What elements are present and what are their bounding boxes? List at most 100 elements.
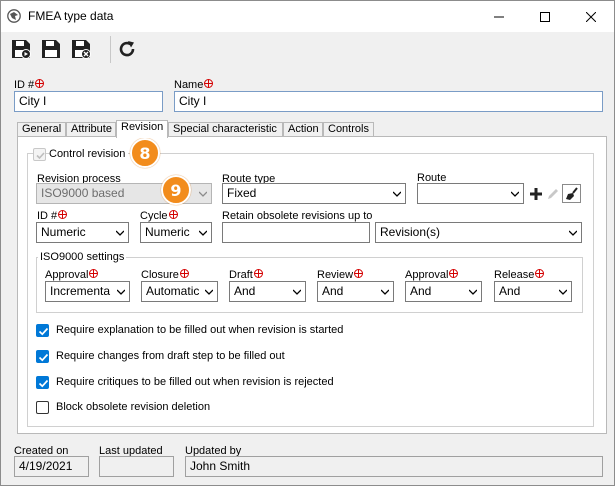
save-icon [42,40,60,58]
require-explanation-checkbox[interactable] [36,324,49,337]
revision-id-label: ID # [37,210,68,222]
id-field[interactable]: City I [14,91,163,112]
iso-review-value: And [322,284,344,298]
chevron-down-icon [117,289,125,295]
app-icon [7,9,21,23]
iso-release-label-text: Release [494,269,535,281]
edit-route-button[interactable] [544,185,562,203]
retain-unit-select[interactable]: Revision(s) [375,222,582,243]
minimize-icon [494,16,504,17]
cycle-value: Numeric [145,225,190,239]
required-icon [35,79,45,88]
iso-review-label-text: Review [317,269,354,281]
iso-approval2-label: Approval [405,269,459,281]
block-deletion-checkbox[interactable] [36,401,49,414]
window-title: FMEA type data [28,9,114,23]
iso-review-select[interactable]: And [317,281,394,302]
chevron-down-icon [469,289,477,295]
iso-release-select[interactable]: And [494,281,572,302]
control-revision-checkbox[interactable] [33,148,46,161]
tab-general[interactable]: General [17,122,66,137]
chevron-down-icon [199,191,207,197]
save-close-button[interactable] [69,37,93,61]
chevron-down-icon [559,289,567,295]
iso-review-label: Review [317,269,364,281]
required-icon [535,269,545,278]
save-close-icon [72,40,91,59]
iso-approval-value: Incrementa [50,284,111,298]
tab-controls[interactable]: Controls [323,122,374,137]
minimize-button[interactable] [476,1,522,32]
iso-approval-label: Approval [45,269,99,281]
require-changes-checkbox[interactable] [36,350,49,363]
cycle-select[interactable]: Numeric [140,222,212,243]
check-icon [38,379,49,388]
check-icon [36,152,45,160]
tab-action[interactable]: Action [283,122,323,137]
refresh-icon [119,41,135,57]
required-icon [204,79,214,88]
save-new-button[interactable] [9,37,33,61]
title-bar: FMEA type data [1,1,614,32]
route-type-select[interactable]: Fixed [222,183,406,204]
clear-route-button[interactable] [562,184,581,203]
revision-id-select[interactable]: Numeric [36,222,129,243]
add-route-button[interactable] [527,185,545,203]
iso-approval2-value: And [410,284,432,298]
chevron-down-icon [116,230,124,236]
close-button[interactable] [568,1,614,32]
iso9000-settings-label: ISO9000 settings [38,251,127,263]
revision-id-value: Numeric [41,225,86,239]
callout-badge-8: 8 [130,138,160,168]
retain-label: Retain obsolete revisions up to [222,210,373,222]
require-changes-label: Require changes from draft step to be fi… [56,350,285,362]
fmea-window: FMEA type data ID # City I Name City I G… [0,0,615,486]
chevron-down-icon [511,191,519,197]
iso-release-label: Release [494,269,545,281]
required-icon [168,210,178,219]
route-select[interactable] [417,183,524,204]
iso-draft-label-text: Draft [229,269,253,281]
name-label-text: Name [174,79,204,91]
required-icon [89,269,99,278]
chevron-down-icon [293,289,301,295]
iso-approval-label-text: Approval [45,269,89,281]
iso-closure-label-text: Closure [141,269,179,281]
route-type-value: Fixed [227,186,257,200]
iso-draft-label: Draft [229,269,263,281]
save-new-icon [12,40,31,59]
iso-draft-select[interactable]: And [229,281,306,302]
require-critiques-checkbox[interactable] [36,376,49,389]
tab-special-characteristic[interactable]: Special characteristic [168,122,283,137]
chevron-down-icon [381,289,389,295]
require-critiques-label: Require critiques to be filled out when … [56,376,334,388]
chevron-down-icon [205,289,213,295]
maximize-button[interactable] [522,1,568,32]
name-field[interactable]: City I [174,91,603,112]
tab-revision[interactable]: Revision [116,120,168,138]
save-button[interactable] [39,37,63,61]
iso-approval-select[interactable]: Incrementa [45,281,130,302]
id-label: ID # [14,79,45,91]
chevron-down-icon [393,191,401,197]
iso-closure-value: Automatic [146,284,200,298]
iso-closure-select[interactable]: Automatic [141,281,218,302]
last-updated-field [99,456,174,477]
retain-count-field[interactable] [222,222,370,243]
required-icon [179,269,189,278]
toolbar-separator [110,36,111,63]
refresh-button[interactable] [115,37,139,61]
callout-badge-9: 9 [161,175,191,205]
required-icon [449,269,459,278]
control-revision-label: Control revision [49,148,129,160]
broom-icon [565,186,578,200]
iso-approval2-select[interactable]: And [405,281,482,302]
required-icon [253,269,263,278]
revision-process-value: ISO9000 based [41,186,125,200]
created-on-field: 4/19/2021 [14,456,89,477]
iso-release-value: And [499,284,521,298]
tab-attribute[interactable]: Attribute [66,122,116,137]
revision-id-label-text: ID # [37,210,58,222]
close-icon [586,11,596,22]
plus-icon [530,188,542,200]
